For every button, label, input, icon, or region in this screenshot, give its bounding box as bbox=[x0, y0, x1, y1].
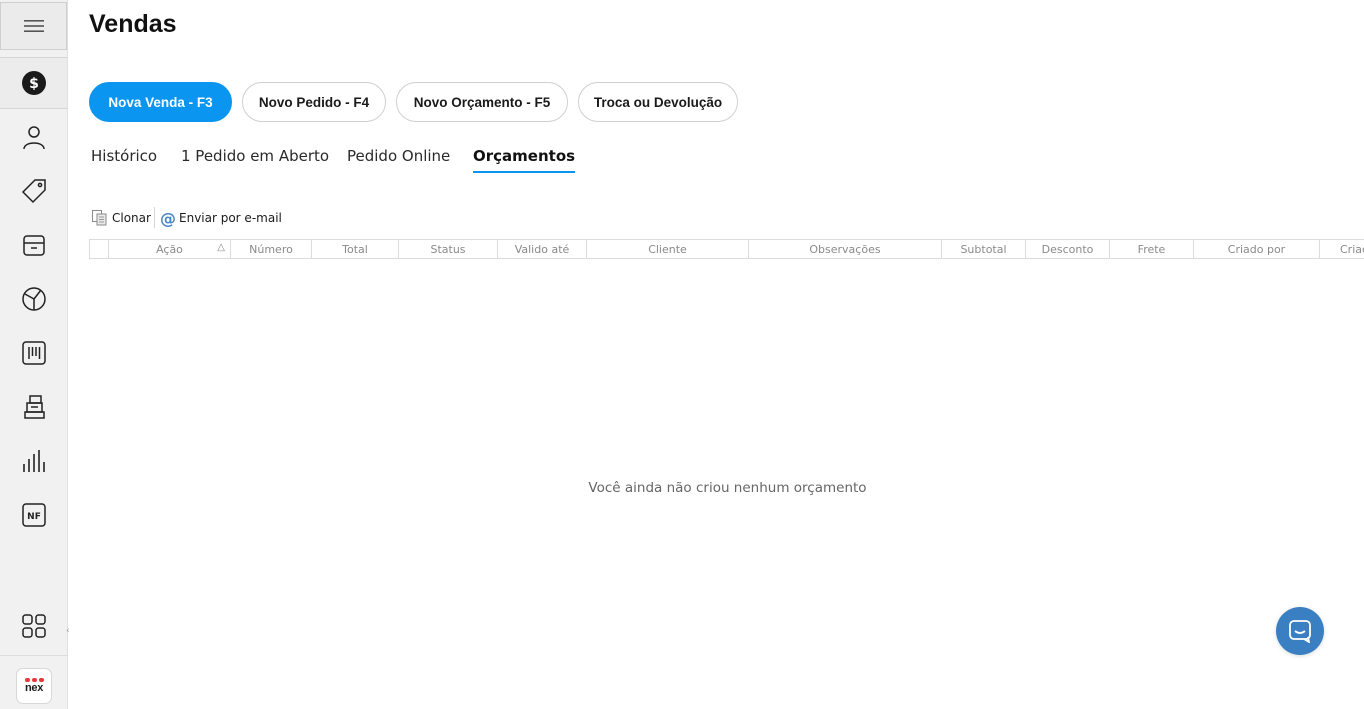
barcode-icon bbox=[21, 341, 46, 365]
logo-text: nex bbox=[24, 682, 44, 694]
column-status[interactable]: Status bbox=[399, 240, 498, 258]
column-desconto[interactable]: Desconto bbox=[1026, 240, 1110, 258]
novo-orcamento-button[interactable]: Novo Orçamento - F5 bbox=[396, 82, 568, 122]
chat-icon bbox=[1289, 620, 1311, 643]
hamburger-icon bbox=[23, 20, 44, 32]
box-icon bbox=[22, 235, 45, 256]
bar-chart-icon bbox=[22, 450, 45, 472]
nf-icon: NF bbox=[21, 503, 46, 527]
send-email-label: Enviar por e-mail bbox=[179, 211, 282, 225]
sidebar-divider bbox=[0, 655, 68, 656]
sort-icon: △ bbox=[217, 242, 225, 253]
sidebar-item-clientes[interactable] bbox=[0, 111, 67, 163]
send-email-button[interactable]: @ Enviar por e-mail bbox=[160, 208, 282, 228]
email-icon: @ bbox=[160, 208, 176, 228]
column-frete[interactable]: Frete bbox=[1110, 240, 1194, 258]
grid-header: Ação △ Número Total Status Valido até Cl… bbox=[89, 239, 1364, 259]
sidebar-item-financeiro[interactable] bbox=[0, 273, 67, 325]
sidebar-item-codigo-barras[interactable] bbox=[0, 327, 67, 379]
clone-button[interactable]: Clonar bbox=[91, 208, 151, 228]
sidebar-item-estoque[interactable] bbox=[0, 219, 67, 271]
toolbar-divider bbox=[154, 207, 155, 228]
column-observacoes[interactable]: Observações bbox=[749, 240, 942, 258]
tag-icon bbox=[21, 179, 46, 204]
clone-label: Clonar bbox=[112, 211, 151, 225]
apps-grid-icon bbox=[21, 614, 46, 638]
sidebar-item-apps[interactable] bbox=[0, 600, 67, 652]
tab-pedido-online[interactable]: Pedido Online bbox=[347, 147, 450, 171]
column-valido-ate[interactable]: Valido até bbox=[498, 240, 587, 258]
tab-historico[interactable]: Histórico bbox=[91, 147, 157, 171]
novo-pedido-button[interactable]: Novo Pedido - F4 bbox=[242, 82, 386, 122]
sidebar-item-vendas[interactable]: $ bbox=[0, 57, 67, 109]
column-acao-label: Ação bbox=[156, 242, 183, 256]
tab-pedido-em-aberto[interactable]: 1 Pedido em Aberto bbox=[181, 147, 329, 171]
page-title: Vendas bbox=[89, 10, 177, 38]
pie-chart-icon bbox=[21, 287, 46, 311]
sidebar-item-caixa[interactable] bbox=[0, 381, 67, 433]
column-cliente[interactable]: Cliente bbox=[587, 240, 749, 258]
nf-icon-label: NF bbox=[27, 512, 41, 522]
dollar-coin-icon: $ bbox=[21, 71, 46, 95]
grid-select-column[interactable] bbox=[90, 240, 109, 258]
tab-orcamentos[interactable]: Orçamentos bbox=[473, 147, 576, 173]
sidebar-item-nota-fiscal[interactable]: NF bbox=[0, 489, 67, 541]
troca-devolucao-button[interactable]: Troca ou Devolução bbox=[578, 82, 738, 122]
chat-support-button[interactable] bbox=[1276, 607, 1324, 655]
svg-text:$: $ bbox=[29, 76, 39, 92]
sidebar-item-produtos[interactable] bbox=[0, 165, 67, 217]
column-acao[interactable]: Ação △ bbox=[109, 240, 231, 258]
column-subtotal[interactable]: Subtotal bbox=[942, 240, 1026, 258]
column-total[interactable]: Total bbox=[312, 240, 399, 258]
empty-state-message: Você ainda não criou nenhum orçamento bbox=[588, 480, 867, 496]
nex-logo[interactable]: nex bbox=[16, 668, 52, 704]
sidebar-collapse-icon[interactable]: ‹ bbox=[66, 626, 70, 636]
person-icon bbox=[22, 126, 45, 150]
column-criado-por[interactable]: Criado por bbox=[1194, 240, 1320, 258]
menu-toggle-button[interactable] bbox=[0, 2, 67, 50]
nova-venda-button[interactable]: Nova Venda - F3 bbox=[89, 82, 232, 122]
copy-icon bbox=[92, 210, 107, 226]
column-numero[interactable]: Número bbox=[231, 240, 312, 258]
sidebar: $ NF ‹ nex bbox=[0, 0, 70, 709]
column-criado[interactable]: Criado bbox=[1320, 240, 1364, 258]
register-icon bbox=[23, 395, 45, 419]
